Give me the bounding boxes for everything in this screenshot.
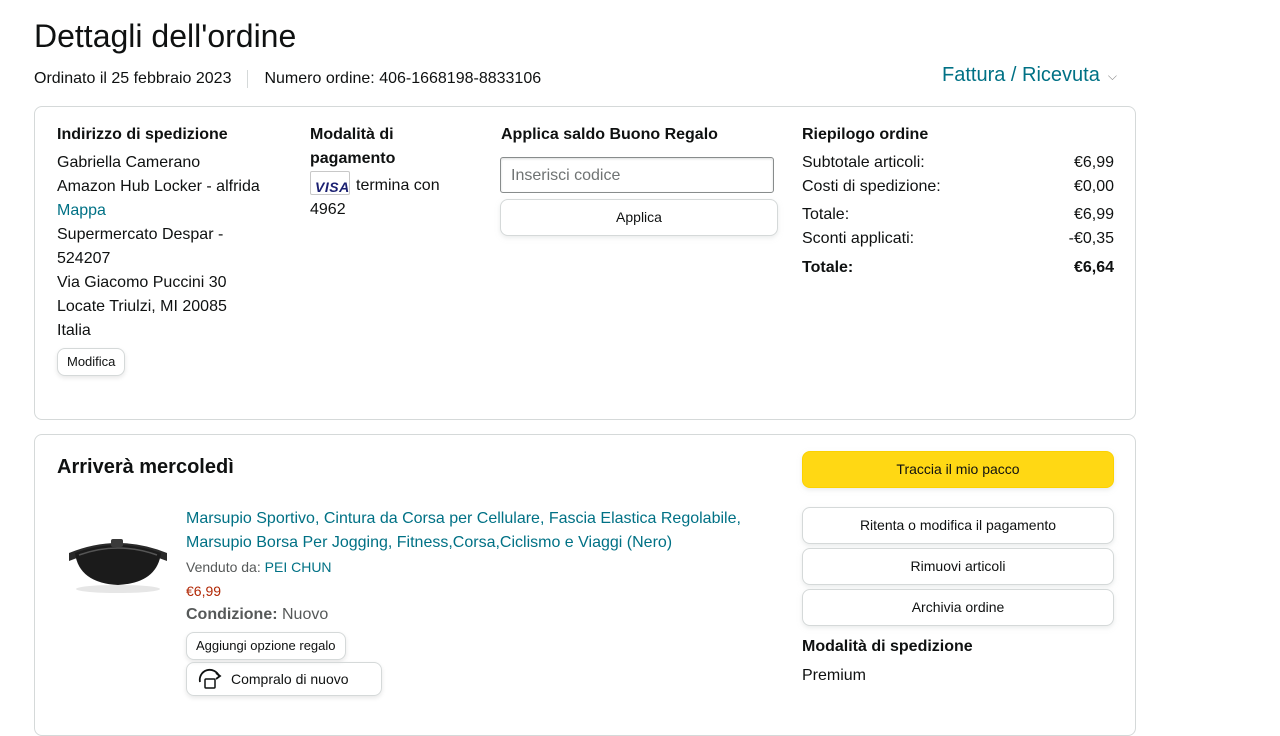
recipient-name: Gabriella Camerano xyxy=(57,154,201,171)
product-price: €6,99 xyxy=(186,583,222,599)
buy-again-button[interactable]: Compralo di nuovo xyxy=(186,662,382,696)
summary-row: Totale: €6,99 xyxy=(802,206,1114,223)
address-street: Via Giacomo Puccini 30 xyxy=(57,274,227,291)
shipping-method-heading: Modalità di spedizione xyxy=(802,638,973,655)
invoice-dropdown[interactable]: Fattura / Ricevuta ⌵ xyxy=(942,64,1117,87)
gift-card-section: Applica saldo Buono Regalo xyxy=(501,123,781,147)
add-gift-option-button[interactable]: Aggiungi opzione regalo xyxy=(186,632,346,660)
address-line1: Supermercato Despar - xyxy=(57,226,224,243)
product-image[interactable] xyxy=(65,531,171,595)
address-city: Locate Triulzi, MI 20085 xyxy=(57,298,227,315)
gift-card-heading: Applica saldo Buono Regalo xyxy=(501,126,718,143)
payment-heading-2: pagamento xyxy=(310,150,396,167)
archive-order-button[interactable]: Archivia ordine xyxy=(802,589,1114,626)
track-package-button[interactable]: Traccia il mio pacco xyxy=(802,451,1114,488)
seller-link[interactable]: PEI CHUN xyxy=(265,559,332,575)
order-date: Ordinato il 25 febbraio 2023 xyxy=(34,70,232,87)
card-last-digits: 4962 xyxy=(310,201,346,218)
summary-row: Costi di spedizione: €0,00 xyxy=(802,178,1114,195)
card-ends-with: termina con xyxy=(356,177,440,194)
page-title: Dettagli dell'ordine xyxy=(34,18,297,54)
delivery-heading: Arriverà mercoledì xyxy=(57,456,234,478)
summary-row: Subtotale articoli: €6,99 xyxy=(802,154,1114,171)
visa-card-icon: VISA xyxy=(310,171,350,195)
summary-grand-total: Totale: €6,64 xyxy=(802,259,1114,276)
edit-address-button[interactable]: Modifica xyxy=(57,348,126,376)
retry-payment-button[interactable]: Ritenta o modifica il pagamento xyxy=(802,507,1114,544)
invoice-link[interactable]: Fattura / Ricevuta xyxy=(942,64,1100,87)
summary-heading: Riepilogo ordine xyxy=(802,126,929,143)
remove-items-button[interactable]: Rimuovi articoli xyxy=(802,548,1114,585)
sold-by: Venduto da: PEI CHUN xyxy=(186,559,332,575)
summary-row: Sconti applicati: -€0,35 xyxy=(802,230,1114,247)
shipping-heading: Indirizzo di spedizione xyxy=(57,126,228,143)
address-country: Italia xyxy=(57,322,91,339)
locker-name: Amazon Hub Locker - alfrida xyxy=(57,178,260,195)
gift-code-input[interactable]: Inserisci codice xyxy=(500,157,774,193)
payment-heading-1: Modalità di xyxy=(310,126,394,143)
shipping-method: Premium xyxy=(802,667,867,684)
order-meta: Ordinato il 25 febbraio 2023 Numero ordi… xyxy=(34,69,541,89)
apply-button[interactable]: Applica xyxy=(500,199,778,236)
chevron-down-icon: ⌵ xyxy=(1107,69,1117,83)
shipping-address-section: Indirizzo di spedizione Gabriella Camera… xyxy=(57,123,287,376)
payment-section: Modalità di pagamento VISA termina con 49… xyxy=(310,123,470,222)
product-title-link[interactable]: Marsupio Sportivo, Cintura da Corsa per … xyxy=(186,507,786,555)
order-summary: Riepilogo ordine Subtotale articoli: €6,9… xyxy=(802,123,1114,280)
map-link[interactable]: Mappa xyxy=(57,199,287,223)
product-condition: Condizione: Nuovo xyxy=(186,606,329,623)
order-info-card: Indirizzo di spedizione Gabriella Camera… xyxy=(34,106,1136,420)
order-number: Numero ordine: 406-1668198-8833106 xyxy=(264,70,542,87)
address-line2: 524207 xyxy=(57,250,111,267)
shipment-card: Arriverà mercoledì Marsupio Sportivo, Ci… xyxy=(34,434,1136,736)
divider xyxy=(247,70,249,88)
